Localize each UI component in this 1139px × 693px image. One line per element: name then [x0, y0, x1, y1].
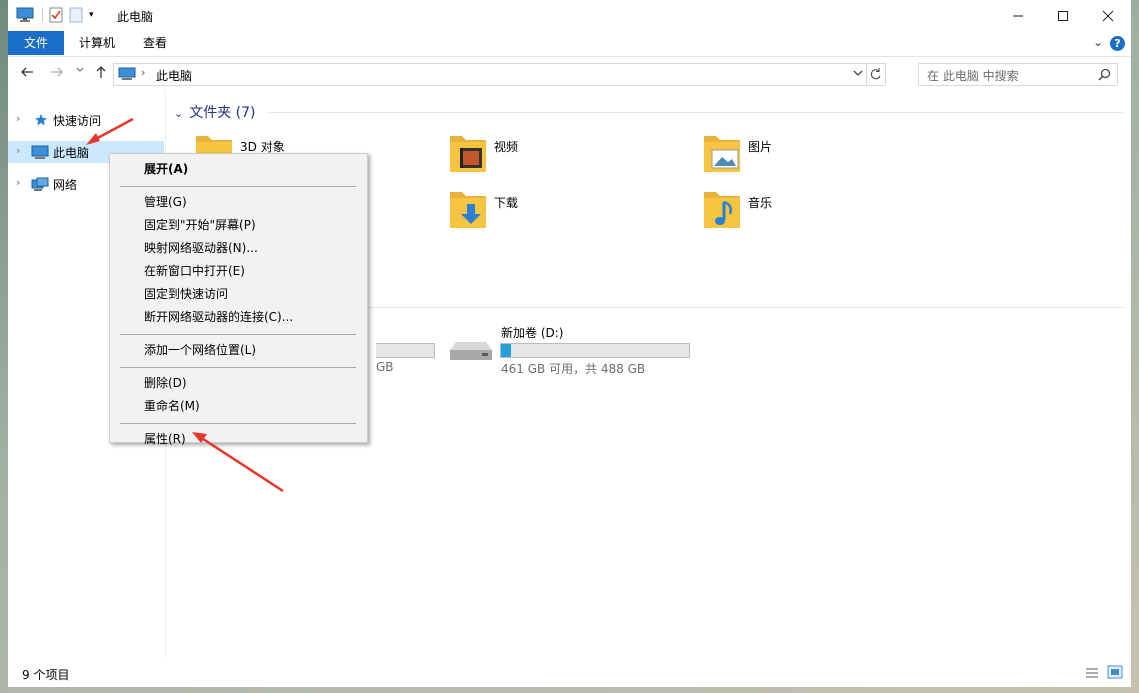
breadcrumb-separator-icon[interactable]: › — [141, 66, 145, 79]
computer-icon — [31, 145, 49, 160]
drive-d-info: 461 GB 可用，共 488 GB — [501, 362, 646, 376]
window-title: 此电脑 — [117, 10, 154, 24]
context-menu: 展开(A) 管理(G) 固定到"开始"屏幕(P) 映射网络驱动器(N)... 在新窗口中… — [109, 153, 368, 446]
folder-label: 音乐 — [748, 196, 773, 210]
folder-pictures[interactable]: 图片 — [702, 130, 942, 178]
group-divider — [268, 112, 1123, 113]
folder-video[interactable]: 视频 — [448, 130, 688, 178]
folder-video-icon — [448, 130, 488, 174]
back-button[interactable] — [20, 65, 34, 79]
folder-downloads-icon — [448, 186, 488, 230]
drive-c-info: GB — [376, 360, 394, 374]
drive-label: 新加卷 (D:) — [501, 326, 564, 340]
search-icon[interactable] — [1098, 68, 1111, 81]
forward-button[interactable] — [50, 65, 64, 79]
folder-pictures-icon — [702, 130, 742, 174]
properties-icon[interactable] — [49, 7, 63, 23]
details-view-icon[interactable] — [1084, 666, 1100, 680]
address-dropdown-icon[interactable] — [853, 67, 863, 79]
nav-item-label: 此电脑 — [53, 146, 90, 160]
maximize-button[interactable] — [1040, 0, 1086, 31]
large-icons-view-icon[interactable] — [1107, 665, 1123, 679]
drive-d[interactable]: 新加卷 (D:) 461 GB 可用，共 488 GB — [436, 322, 696, 382]
close-button[interactable] — [1085, 0, 1131, 31]
menu-item[interactable]: 管理(G) — [144, 192, 187, 212]
item-count: 9 个项目 — [22, 668, 70, 682]
hard-drive-icon — [448, 340, 494, 362]
folder-downloads[interactable]: 下载 — [448, 186, 688, 234]
up-button[interactable] — [94, 65, 108, 79]
nav-item-label: 网络 — [53, 178, 78, 192]
drive-d-usage-bar — [500, 343, 690, 358]
menu-item[interactable]: 映射网络驱动器(N)... — [144, 238, 258, 258]
expand-ribbon-icon[interactable]: ⌄ — [1093, 35, 1103, 49]
minimize-button[interactable] — [995, 0, 1041, 31]
folders-header-label: 文件夹 (7) — [189, 105, 256, 121]
drive-d-usage-fill — [501, 344, 512, 357]
customize-quick-access-icon[interactable]: ▾ — [89, 10, 94, 20]
search-input[interactable]: 在 此电脑 中搜索 — [927, 67, 1019, 84]
tab-computer[interactable]: 计算机 — [68, 31, 126, 55]
nav-item-label: 快速访问 — [53, 114, 102, 128]
menu-item[interactable]: 属性(R) — [144, 429, 186, 449]
menu-item[interactable]: 断开网络驱动器的连接(C)... — [144, 307, 293, 327]
drive-c-usage-bar — [376, 343, 435, 358]
chevron-right-icon[interactable]: › — [16, 176, 20, 189]
search-box[interactable]: 在 此电脑 中搜索 — [918, 63, 1118, 86]
new-folder-icon[interactable] — [69, 7, 83, 23]
menu-item[interactable]: 重命名(M) — [144, 396, 200, 416]
status-bar: 9 个项目 — [8, 661, 1131, 685]
menu-separator — [120, 334, 356, 335]
title-bar: ▾ 此电脑 — [8, 0, 1131, 31]
folder-music[interactable]: 音乐 — [702, 186, 942, 234]
star-icon — [34, 113, 48, 127]
menu-item[interactable]: 删除(D) — [144, 373, 187, 393]
folder-label: 图片 — [748, 140, 773, 154]
folders-group-header[interactable]: ⌄ 文件夹 (7) — [174, 102, 256, 122]
menu-item[interactable]: 固定到"开始"屏幕(P) — [144, 215, 256, 235]
folder-music-icon — [702, 186, 742, 230]
menu-separator — [120, 367, 356, 368]
quick-access-toolbar: ▾ — [16, 7, 94, 23]
menu-item[interactable]: 固定到快速访问 — [144, 284, 228, 304]
recent-locations-button[interactable] — [76, 66, 84, 74]
computer-icon — [16, 7, 34, 23]
menu-separator — [120, 186, 356, 187]
folder-label: 视频 — [494, 140, 519, 154]
address-bar[interactable]: › 此电脑 — [113, 63, 886, 86]
chevron-down-icon[interactable]: ⌄ — [174, 107, 183, 120]
folder-label: 下载 — [494, 196, 519, 210]
tab-view[interactable]: 查看 — [132, 31, 178, 55]
help-icon[interactable]: ? — [1110, 36, 1125, 51]
ribbon: 文件 计算机 查看 ⌄ ? — [8, 31, 1131, 57]
address-row: › 此电脑 在 此电脑 中搜索 — [8, 57, 1131, 90]
menu-item[interactable]: 添加一个网络位置(L) — [144, 340, 256, 360]
nav-item-quick-access[interactable]: › 快速访问 — [8, 109, 164, 131]
chevron-right-icon[interactable]: › — [16, 112, 20, 125]
breadcrumb[interactable]: 此电脑 — [156, 67, 192, 84]
refresh-button[interactable] — [866, 64, 885, 85]
menu-item[interactable]: 展开(A) — [144, 159, 188, 179]
network-icon — [31, 177, 49, 192]
menu-item[interactable]: 在新窗口中打开(E) — [144, 261, 245, 281]
menu-separator — [120, 423, 356, 424]
tab-file[interactable]: 文件 — [8, 31, 64, 55]
computer-icon — [118, 67, 136, 81]
chevron-right-icon[interactable]: › — [16, 144, 20, 157]
